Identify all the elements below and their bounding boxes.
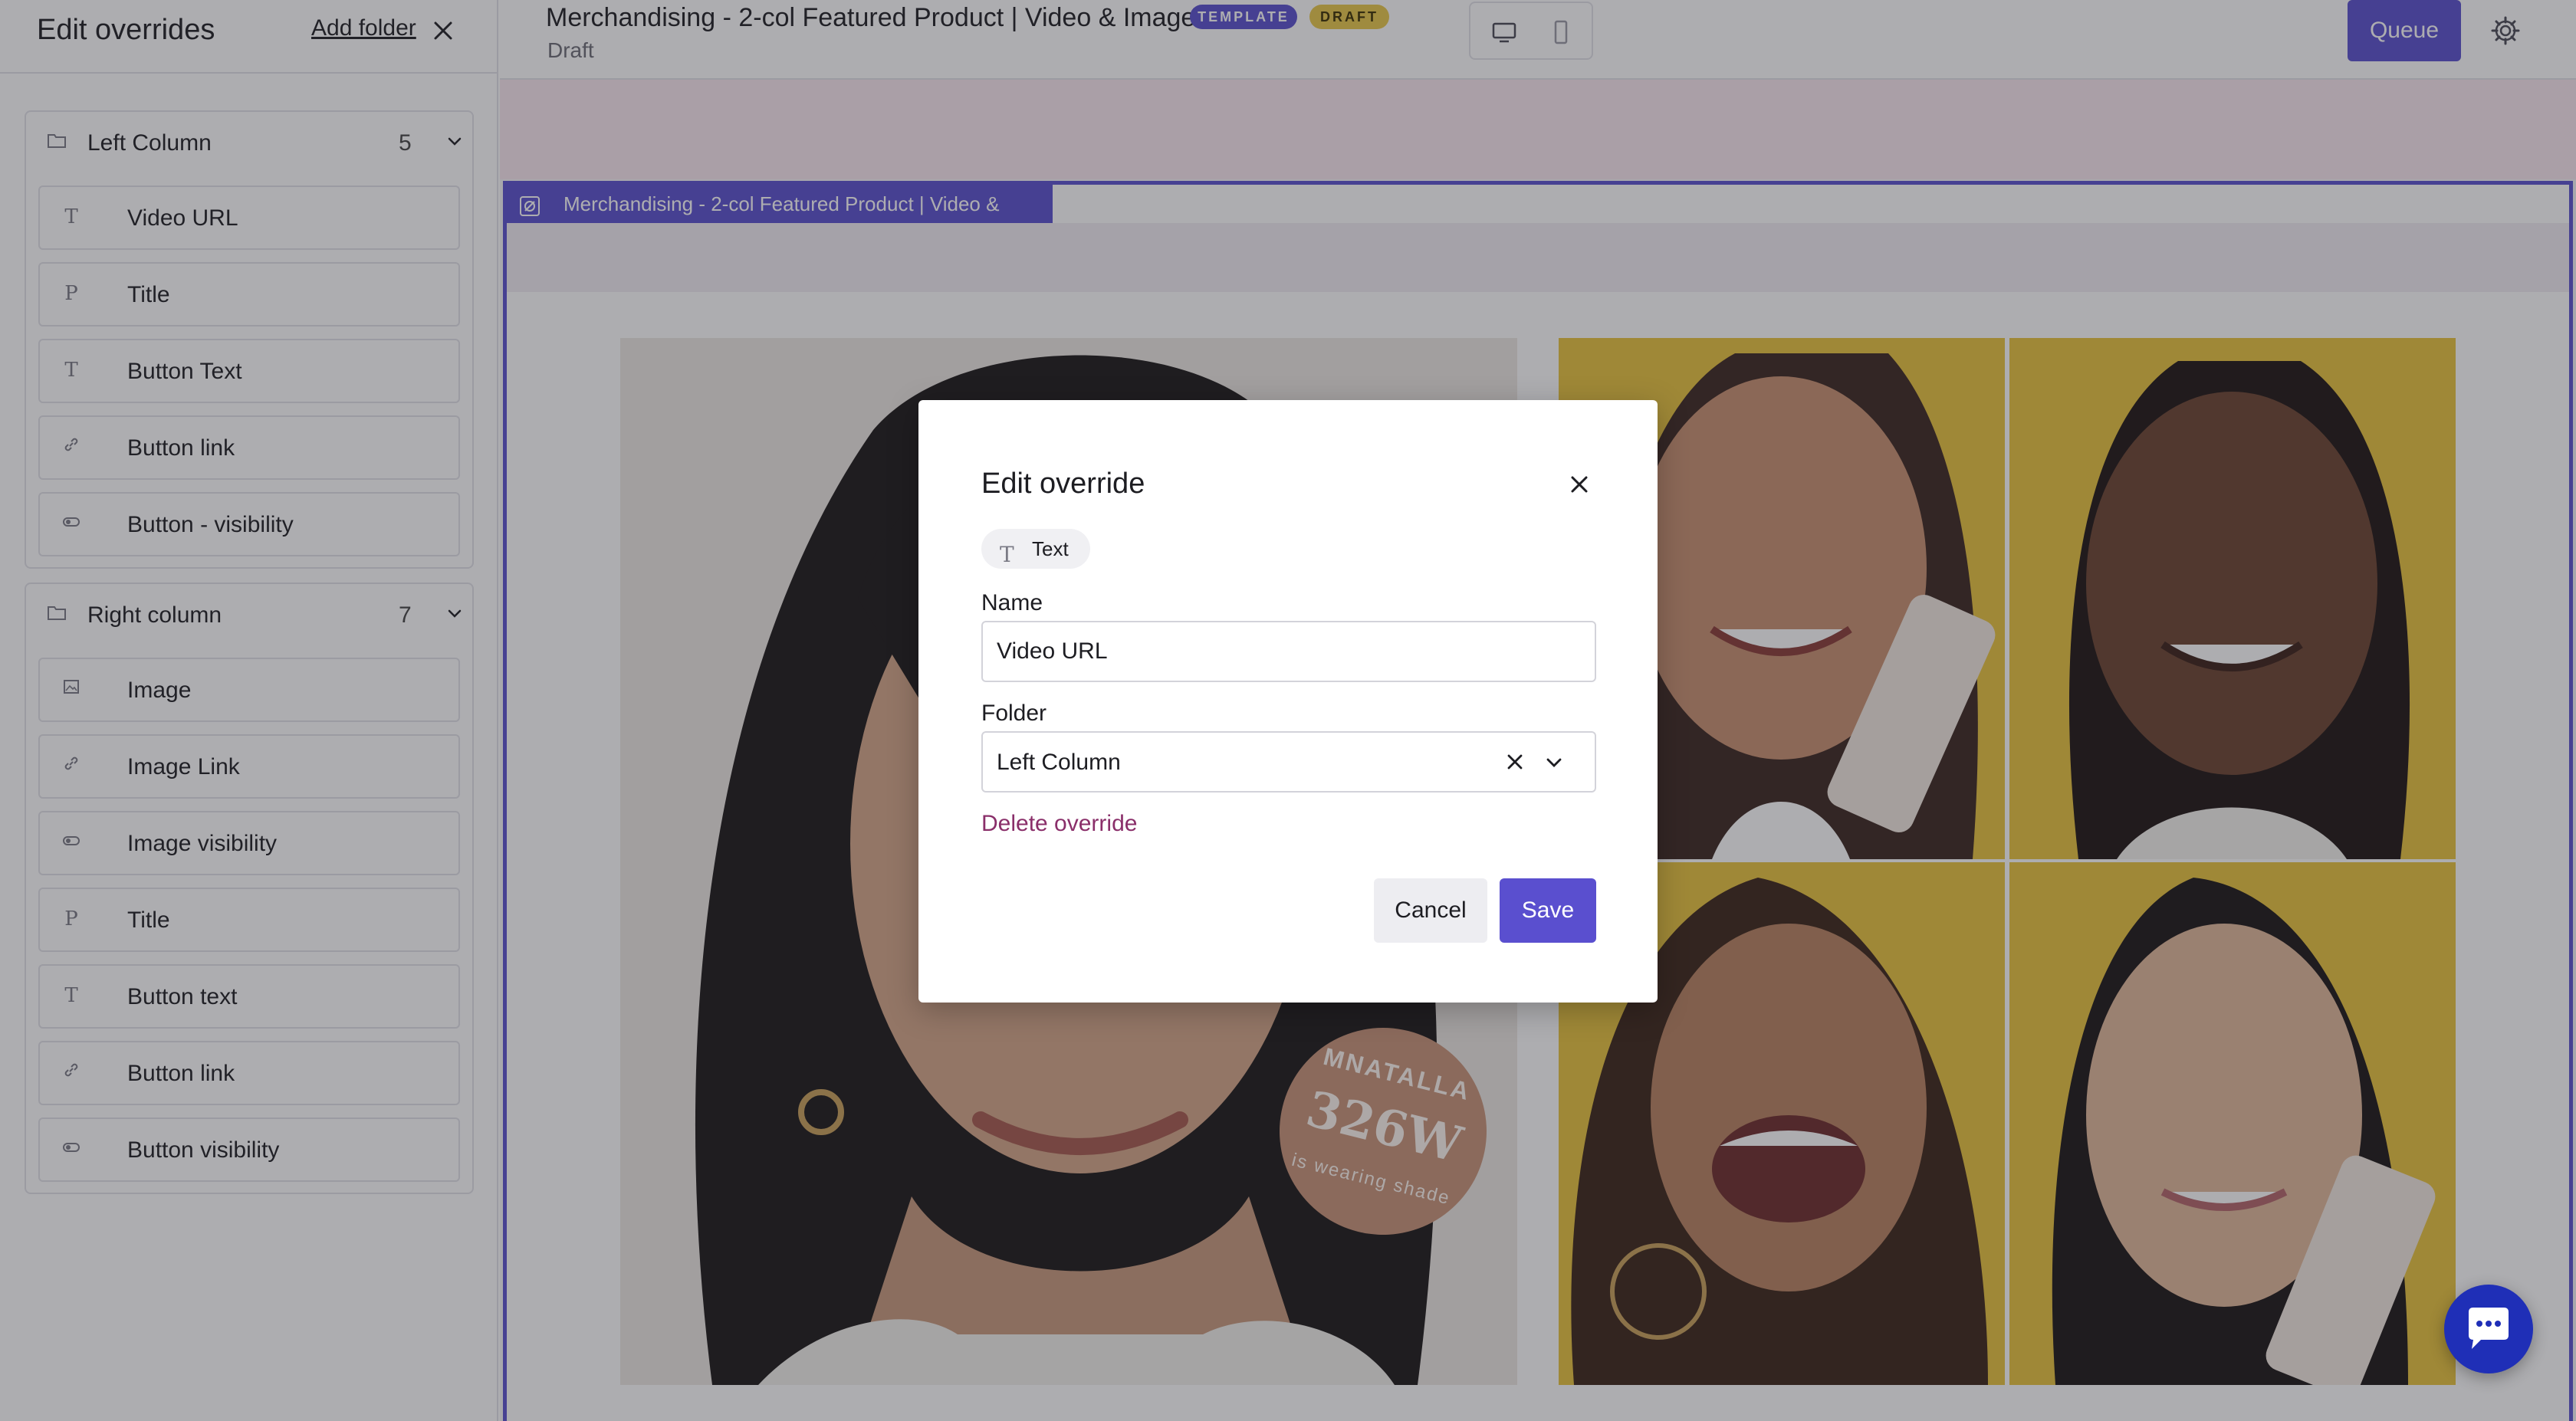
dialog-title: Edit override xyxy=(981,468,1145,500)
text-icon: T xyxy=(1000,542,1014,567)
folder-select-value: Left Column xyxy=(997,750,1121,775)
cancel-button[interactable]: Cancel xyxy=(1374,878,1487,943)
close-icon[interactable] xyxy=(1562,468,1596,501)
clear-icon[interactable] xyxy=(1501,748,1529,776)
override-type-label: Text xyxy=(1032,537,1069,560)
chevron-down-icon[interactable] xyxy=(1541,750,1567,776)
save-button[interactable]: Save xyxy=(1500,878,1596,943)
edit-override-dialog: Edit override T Text Name Folder Left Co… xyxy=(918,400,1658,1003)
folder-select[interactable]: Left Column xyxy=(981,731,1596,793)
chat-launcher-button[interactable] xyxy=(2444,1285,2533,1373)
name-input[interactable] xyxy=(981,621,1596,682)
folder-label: Folder xyxy=(981,701,1047,726)
delete-override-link[interactable]: Delete override xyxy=(981,811,1137,837)
override-type-chip: T Text xyxy=(981,529,1090,569)
name-label: Name xyxy=(981,590,1043,615)
